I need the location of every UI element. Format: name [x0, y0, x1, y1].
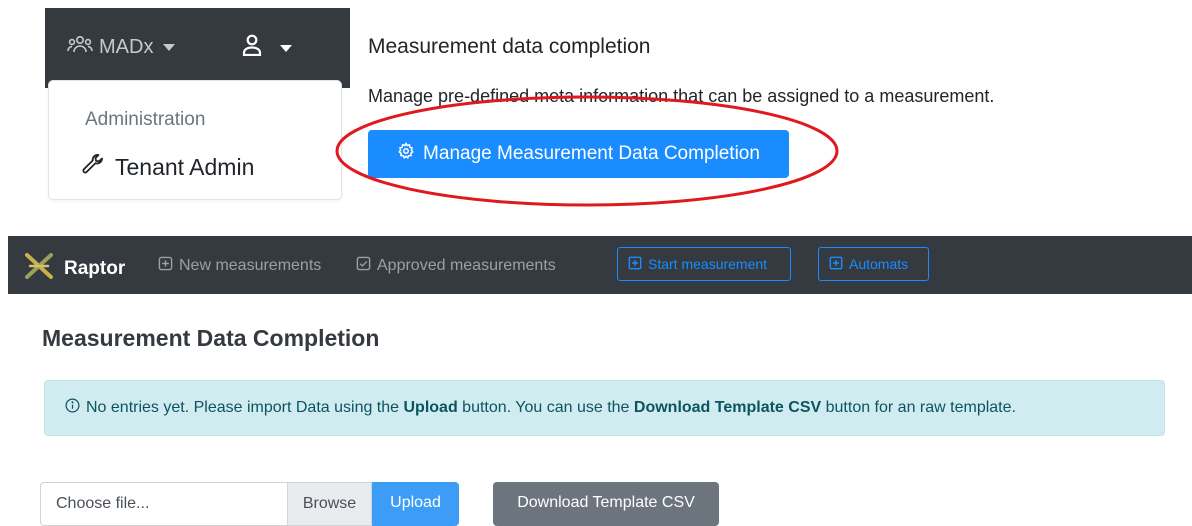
- button-label: Automats: [849, 256, 909, 272]
- admin-dropdown-menu: Administration Tenant Admin: [48, 80, 342, 200]
- browse-button[interactable]: Browse: [287, 482, 372, 526]
- nav-approved-measurements[interactable]: Approved measurements: [356, 256, 556, 276]
- raptor-navbar: Raptor New measurements Approved measure…: [8, 236, 1192, 294]
- button-label: Manage Measurement Data Completion: [423, 143, 760, 164]
- nav-link-label: Approved measurements: [377, 257, 556, 274]
- users-icon: [67, 34, 93, 60]
- nav-link-label: New measurements: [179, 257, 322, 274]
- button-label: Start measurement: [648, 256, 768, 272]
- file-input-placeholder: Choose file...: [56, 495, 150, 512]
- gear-icon: [397, 142, 415, 166]
- brand-name: Raptor: [64, 258, 126, 279]
- chevron-down-icon: [280, 44, 292, 52]
- menu-item-tenant-admin[interactable]: Tenant Admin: [81, 152, 254, 182]
- page-title: Measurement Data Completion: [42, 325, 380, 351]
- menu-item-label: Tenant Admin: [115, 153, 255, 180]
- top-navbar: MADx: [45, 8, 350, 88]
- info-icon: [65, 398, 80, 418]
- alert-upload-word: Upload: [403, 399, 458, 416]
- alert-template-word: Download Template CSV: [633, 399, 822, 416]
- upload-button[interactable]: Upload: [372, 482, 459, 526]
- raptor-logo-icon: [24, 252, 54, 286]
- start-measurement-button[interactable]: Start measurement: [617, 247, 791, 281]
- manage-data-completion-button[interactable]: Manage Measurement Data Completion: [368, 130, 789, 178]
- alert-text-prefix: No entries yet. Please import Data using…: [86, 399, 400, 416]
- section-title: Measurement data completion: [368, 35, 651, 58]
- info-alert: No entries yet. Please import Data using…: [44, 380, 1165, 436]
- plus-square-icon: [158, 256, 173, 276]
- section-description: Manage pre-defined meta information that…: [368, 86, 995, 106]
- alert-text-suffix: button for an raw template.: [825, 399, 1016, 416]
- plus-square-icon: [628, 256, 642, 273]
- menu-header: Administration: [85, 109, 206, 130]
- wrench-icon: [81, 152, 105, 182]
- team-label: MADx: [99, 35, 154, 58]
- download-template-button[interactable]: Download Template CSV: [493, 482, 719, 526]
- automats-button[interactable]: Automats: [818, 247, 929, 281]
- team-dropdown[interactable]: MADx: [67, 34, 176, 60]
- file-input[interactable]: Choose file...: [40, 482, 287, 526]
- user-dropdown[interactable]: [242, 34, 292, 62]
- chevron-down-icon: [163, 43, 176, 51]
- nav-new-measurements[interactable]: New measurements: [158, 256, 321, 276]
- alert-text-middle: button. You can use the: [462, 399, 630, 416]
- plus-square-icon: [829, 256, 843, 273]
- user-icon: [242, 34, 262, 62]
- check-square-icon: [356, 256, 371, 276]
- brand-link[interactable]: Raptor: [24, 252, 125, 286]
